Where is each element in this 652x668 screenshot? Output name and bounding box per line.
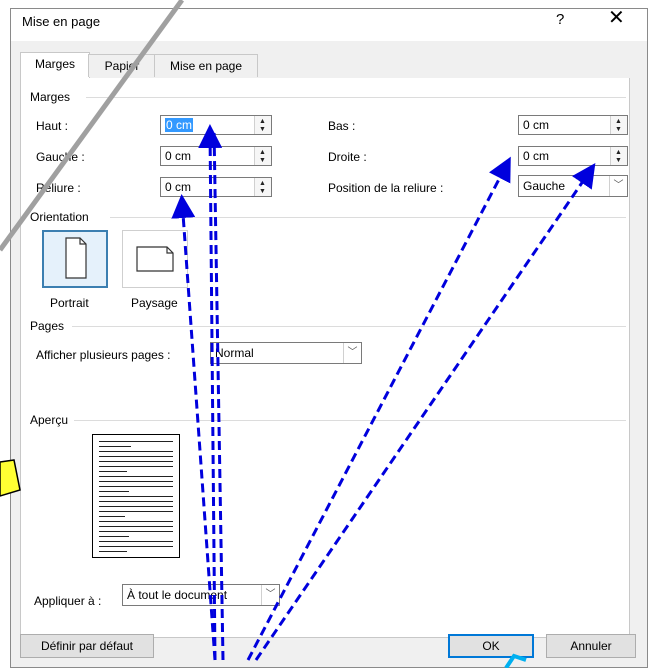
close-button[interactable]: ✕: [608, 8, 625, 28]
bottom-margin-value: 0 cm: [523, 118, 550, 132]
right-margin-label: Droite :: [328, 150, 367, 164]
tab-strip: Marges Papier Mise en page: [20, 52, 630, 79]
tab-paper[interactable]: Papier: [88, 54, 156, 77]
top-margin-field[interactable]: 0 cm ▲ ▼: [160, 115, 272, 135]
apply-to-label: Appliquer à :: [34, 594, 102, 608]
left-margin-spinner[interactable]: ▲ ▼: [254, 147, 271, 165]
chevron-down-icon[interactable]: ﹀: [609, 176, 627, 196]
gutter-position-label: Position de la reliure :: [328, 181, 444, 195]
gutter-position-value: Gauche: [523, 179, 566, 193]
set-default-button[interactable]: Définir par défaut: [20, 634, 154, 658]
gutter-value: 0 cm: [165, 180, 192, 194]
right-margin-field[interactable]: 0 cm ▲ ▼: [518, 146, 628, 166]
bottom-margin-field[interactable]: 0 cm ▲ ▼: [518, 115, 628, 135]
tab-layout[interactable]: Mise en page: [154, 54, 258, 77]
ok-button[interactable]: OK: [448, 634, 534, 658]
bottom-margin-label: Bas :: [328, 119, 356, 133]
preview-group-label: Aperçu: [30, 413, 69, 427]
apply-to-select[interactable]: À tout le document ﹀: [122, 584, 280, 606]
left-margin-label: Gauche :: [36, 150, 85, 164]
left-margin-value: 0 cm: [165, 149, 192, 163]
preview-page: [92, 434, 180, 558]
chevron-down-icon[interactable]: ﹀: [343, 343, 361, 363]
tab-margins[interactable]: Marges: [20, 52, 90, 78]
landscape-page-icon: [136, 246, 174, 272]
cancel-button[interactable]: Annuler: [546, 634, 636, 658]
top-margin-spinner[interactable]: ▲ ▼: [254, 116, 271, 134]
pages-group-rule: [72, 326, 626, 327]
margins-group-rule: [86, 97, 626, 98]
chevron-down-icon[interactable]: ﹀: [261, 585, 279, 605]
bottom-margin-spinner[interactable]: ▲ ▼: [610, 116, 627, 134]
landscape-option[interactable]: [122, 230, 188, 288]
pages-group-label: Pages: [30, 319, 65, 333]
help-button[interactable]: ?: [556, 11, 564, 28]
portrait-option[interactable]: [42, 230, 108, 288]
portrait-page-icon: [65, 237, 87, 279]
right-margin-spinner[interactable]: ▲ ▼: [610, 147, 627, 165]
top-margin-value: 0 cm: [165, 118, 194, 132]
title-bar: [11, 9, 647, 41]
gutter-label: Reliure :: [36, 181, 81, 195]
left-margin-field[interactable]: 0 cm ▲ ▼: [160, 146, 272, 166]
right-margin-value: 0 cm: [523, 149, 550, 163]
portrait-label: Portrait: [50, 296, 89, 310]
preview-group-rule: [74, 420, 626, 421]
top-margin-label: Haut :: [36, 119, 69, 133]
orientation-group-label: Orientation: [30, 210, 89, 224]
orientation-group-rule: [110, 217, 626, 218]
landscape-label: Paysage: [131, 296, 178, 310]
multiple-pages-label: Afficher plusieurs pages :: [36, 348, 171, 362]
gutter-spinner[interactable]: ▲ ▼: [254, 178, 271, 196]
dialog-title: Mise en page: [22, 14, 101, 29]
multiple-pages-select[interactable]: Normal ﹀: [210, 342, 362, 364]
multiple-pages-value: Normal: [215, 346, 254, 360]
gutter-position-select[interactable]: Gauche ﹀: [518, 175, 628, 197]
gutter-field[interactable]: 0 cm ▲ ▼: [160, 177, 272, 197]
margins-group-label: Marges: [30, 90, 71, 104]
apply-to-value: À tout le document: [127, 588, 228, 602]
